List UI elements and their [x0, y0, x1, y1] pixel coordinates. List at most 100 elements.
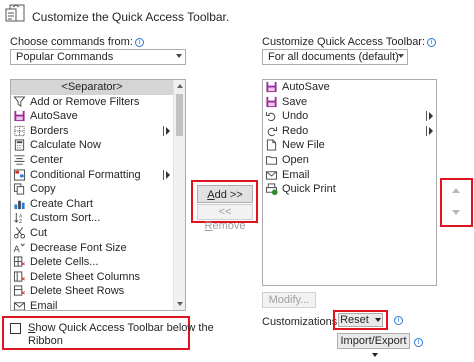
info-icon[interactable]: i	[427, 38, 437, 47]
command-item[interactable]: A Decrease Font Size	[11, 241, 173, 256]
calculator-icon	[14, 139, 25, 151]
move-buttons-highlight	[440, 178, 473, 227]
command-item[interactable]: Calculate Now	[11, 138, 173, 153]
command-item-label: Delete Sheet Rows	[30, 285, 125, 298]
command-item[interactable]: <Separator>	[11, 80, 173, 95]
toolbar-command-item-label: AutoSave	[282, 81, 330, 93]
choose-commands-dropdown[interactable]: Popular Commands	[10, 49, 186, 65]
commands-listbox[interactable]: <Separator> Add or Remove Filters AutoSave…	[10, 79, 186, 311]
new-file-icon	[266, 139, 277, 151]
modify-button[interactable]: Modify...	[262, 292, 316, 308]
command-item[interactable]: A Z Custom Sort...	[11, 211, 173, 226]
command-item-label: Delete Sheet Columns	[30, 270, 141, 283]
svg-text:A: A	[19, 214, 23, 220]
command-item-label: Calculate Now	[30, 139, 101, 152]
toolbar-command-item-label: New File	[282, 139, 325, 152]
show-below-ribbon-label[interactable]: Show Quick Access Toolbar below the	[28, 322, 214, 334]
filter-icon	[13, 96, 26, 107]
add-remove-highlight: Add >> << Remove	[191, 180, 258, 232]
toolbar-command-item[interactable]: AutoSave	[263, 80, 436, 95]
show-below-ribbon-checkbox[interactable]	[10, 323, 21, 337]
command-item-label: Center	[30, 153, 64, 166]
toolbar-command-item-label: Undo	[282, 110, 309, 123]
customizations-label: Customizations:	[262, 316, 341, 328]
command-item[interactable]: Copy	[11, 182, 173, 197]
toolbar-commands-listbox[interactable]: AutoSave Save Undo Redo New File Open Email Qui…	[262, 79, 437, 286]
chevron-down-icon	[371, 353, 378, 357]
decrease-font-icon: A	[14, 243, 25, 254]
command-item-label: Conditional Formatting	[30, 168, 141, 181]
command-item[interactable]: Delete Cells...	[11, 255, 173, 270]
toolbar-command-item-label: Redo	[282, 124, 309, 137]
import-export-button[interactable]: Import/Export	[337, 333, 410, 357]
toolbar-command-item-label: Email	[282, 168, 310, 181]
toolbar-command-item-label: Quick Print	[282, 183, 336, 196]
scissors-icon	[13, 227, 26, 239]
copy-icon	[13, 183, 25, 195]
info-icon[interactable]: i	[414, 338, 423, 347]
email-icon	[13, 302, 26, 310]
toolbar-command-item[interactable]: Redo	[263, 124, 436, 139]
quick-access-toolbar-icon	[5, 4, 25, 22]
page-title: Customize the Quick Access Toolbar.	[32, 10, 230, 24]
delete-cells-icon	[13, 256, 25, 267]
show-below-ribbon-label-line2: Ribbon	[28, 335, 63, 347]
add-button[interactable]: Add >>	[197, 185, 253, 203]
command-item[interactable]: Cut	[11, 226, 173, 241]
toolbar-command-item[interactable]: Undo	[263, 109, 436, 124]
toolbar-command-item[interactable]: Save	[263, 95, 436, 110]
delete-columns-icon	[13, 271, 25, 282]
save-icon	[266, 96, 277, 107]
move-down-icon[interactable]	[452, 210, 460, 215]
command-item[interactable]: Conditional Formatting	[11, 168, 173, 183]
svg-text:Z: Z	[19, 219, 22, 224]
commands-scrollbar[interactable]	[173, 80, 185, 310]
command-item[interactable]: Borders	[11, 124, 173, 139]
command-item[interactable]: Delete Sheet Rows	[11, 284, 173, 299]
command-item-label: Add or Remove Filters	[30, 95, 140, 108]
command-item-label: Custom Sort...	[30, 212, 101, 225]
submenu-arrow-icon	[426, 125, 433, 136]
command-item-label: AutoSave	[30, 110, 78, 123]
toolbar-command-item[interactable]: Email	[263, 168, 436, 183]
customize-scope-dropdown[interactable]: For all documents (default)	[262, 49, 408, 65]
borders-icon	[14, 125, 25, 136]
email-icon	[265, 170, 278, 180]
command-item-label: Delete Cells...	[30, 256, 99, 269]
command-item[interactable]: Add or Remove Filters	[11, 95, 173, 110]
chevron-down-icon	[374, 318, 381, 322]
command-item[interactable]: Email	[11, 299, 173, 310]
show-below-ribbon-highlight: Show Quick Access Toolbar below the Ribb…	[2, 316, 214, 350]
submenu-arrow-icon	[426, 111, 433, 122]
command-item-label: <Separator>	[61, 81, 123, 93]
chart-icon	[14, 200, 25, 209]
command-item-label: Borders	[30, 124, 69, 137]
choose-commands-value: Popular Commands	[16, 51, 114, 63]
move-up-icon[interactable]	[452, 188, 460, 193]
command-item-label: Cut	[30, 226, 48, 239]
customize-toolbar-label: Customize Quick Access Toolbar: i	[262, 36, 437, 48]
command-item[interactable]: Delete Sheet Columns	[11, 270, 173, 285]
toolbar-command-item[interactable]: New File	[263, 138, 436, 153]
delete-rows-icon	[13, 285, 25, 296]
scroll-up-icon[interactable]	[177, 84, 183, 88]
scroll-thumb[interactable]	[176, 94, 183, 136]
command-item[interactable]: Center	[11, 153, 173, 168]
open-folder-icon	[265, 156, 278, 165]
customize-scope-value: For all documents (default)	[268, 51, 399, 63]
info-icon[interactable]: i	[134, 38, 144, 47]
toolbar-command-item[interactable]: Quick Print	[263, 182, 436, 197]
command-item[interactable]: AutoSave	[11, 109, 173, 124]
center-align-icon	[14, 155, 25, 165]
redo-icon	[267, 126, 278, 136]
undo-icon	[265, 112, 276, 122]
command-item-label: Copy	[30, 183, 56, 196]
scroll-down-icon[interactable]	[177, 302, 183, 306]
sort-icon: AZ	[14, 213, 23, 224]
reset-button[interactable]: Reset	[338, 313, 383, 327]
toolbar-command-item[interactable]: Open	[263, 153, 436, 168]
info-icon[interactable]: i	[394, 316, 403, 325]
remove-button[interactable]: << Remove	[197, 204, 253, 232]
command-item[interactable]: Create Chart	[11, 197, 173, 212]
autosave-icon	[266, 81, 277, 93]
